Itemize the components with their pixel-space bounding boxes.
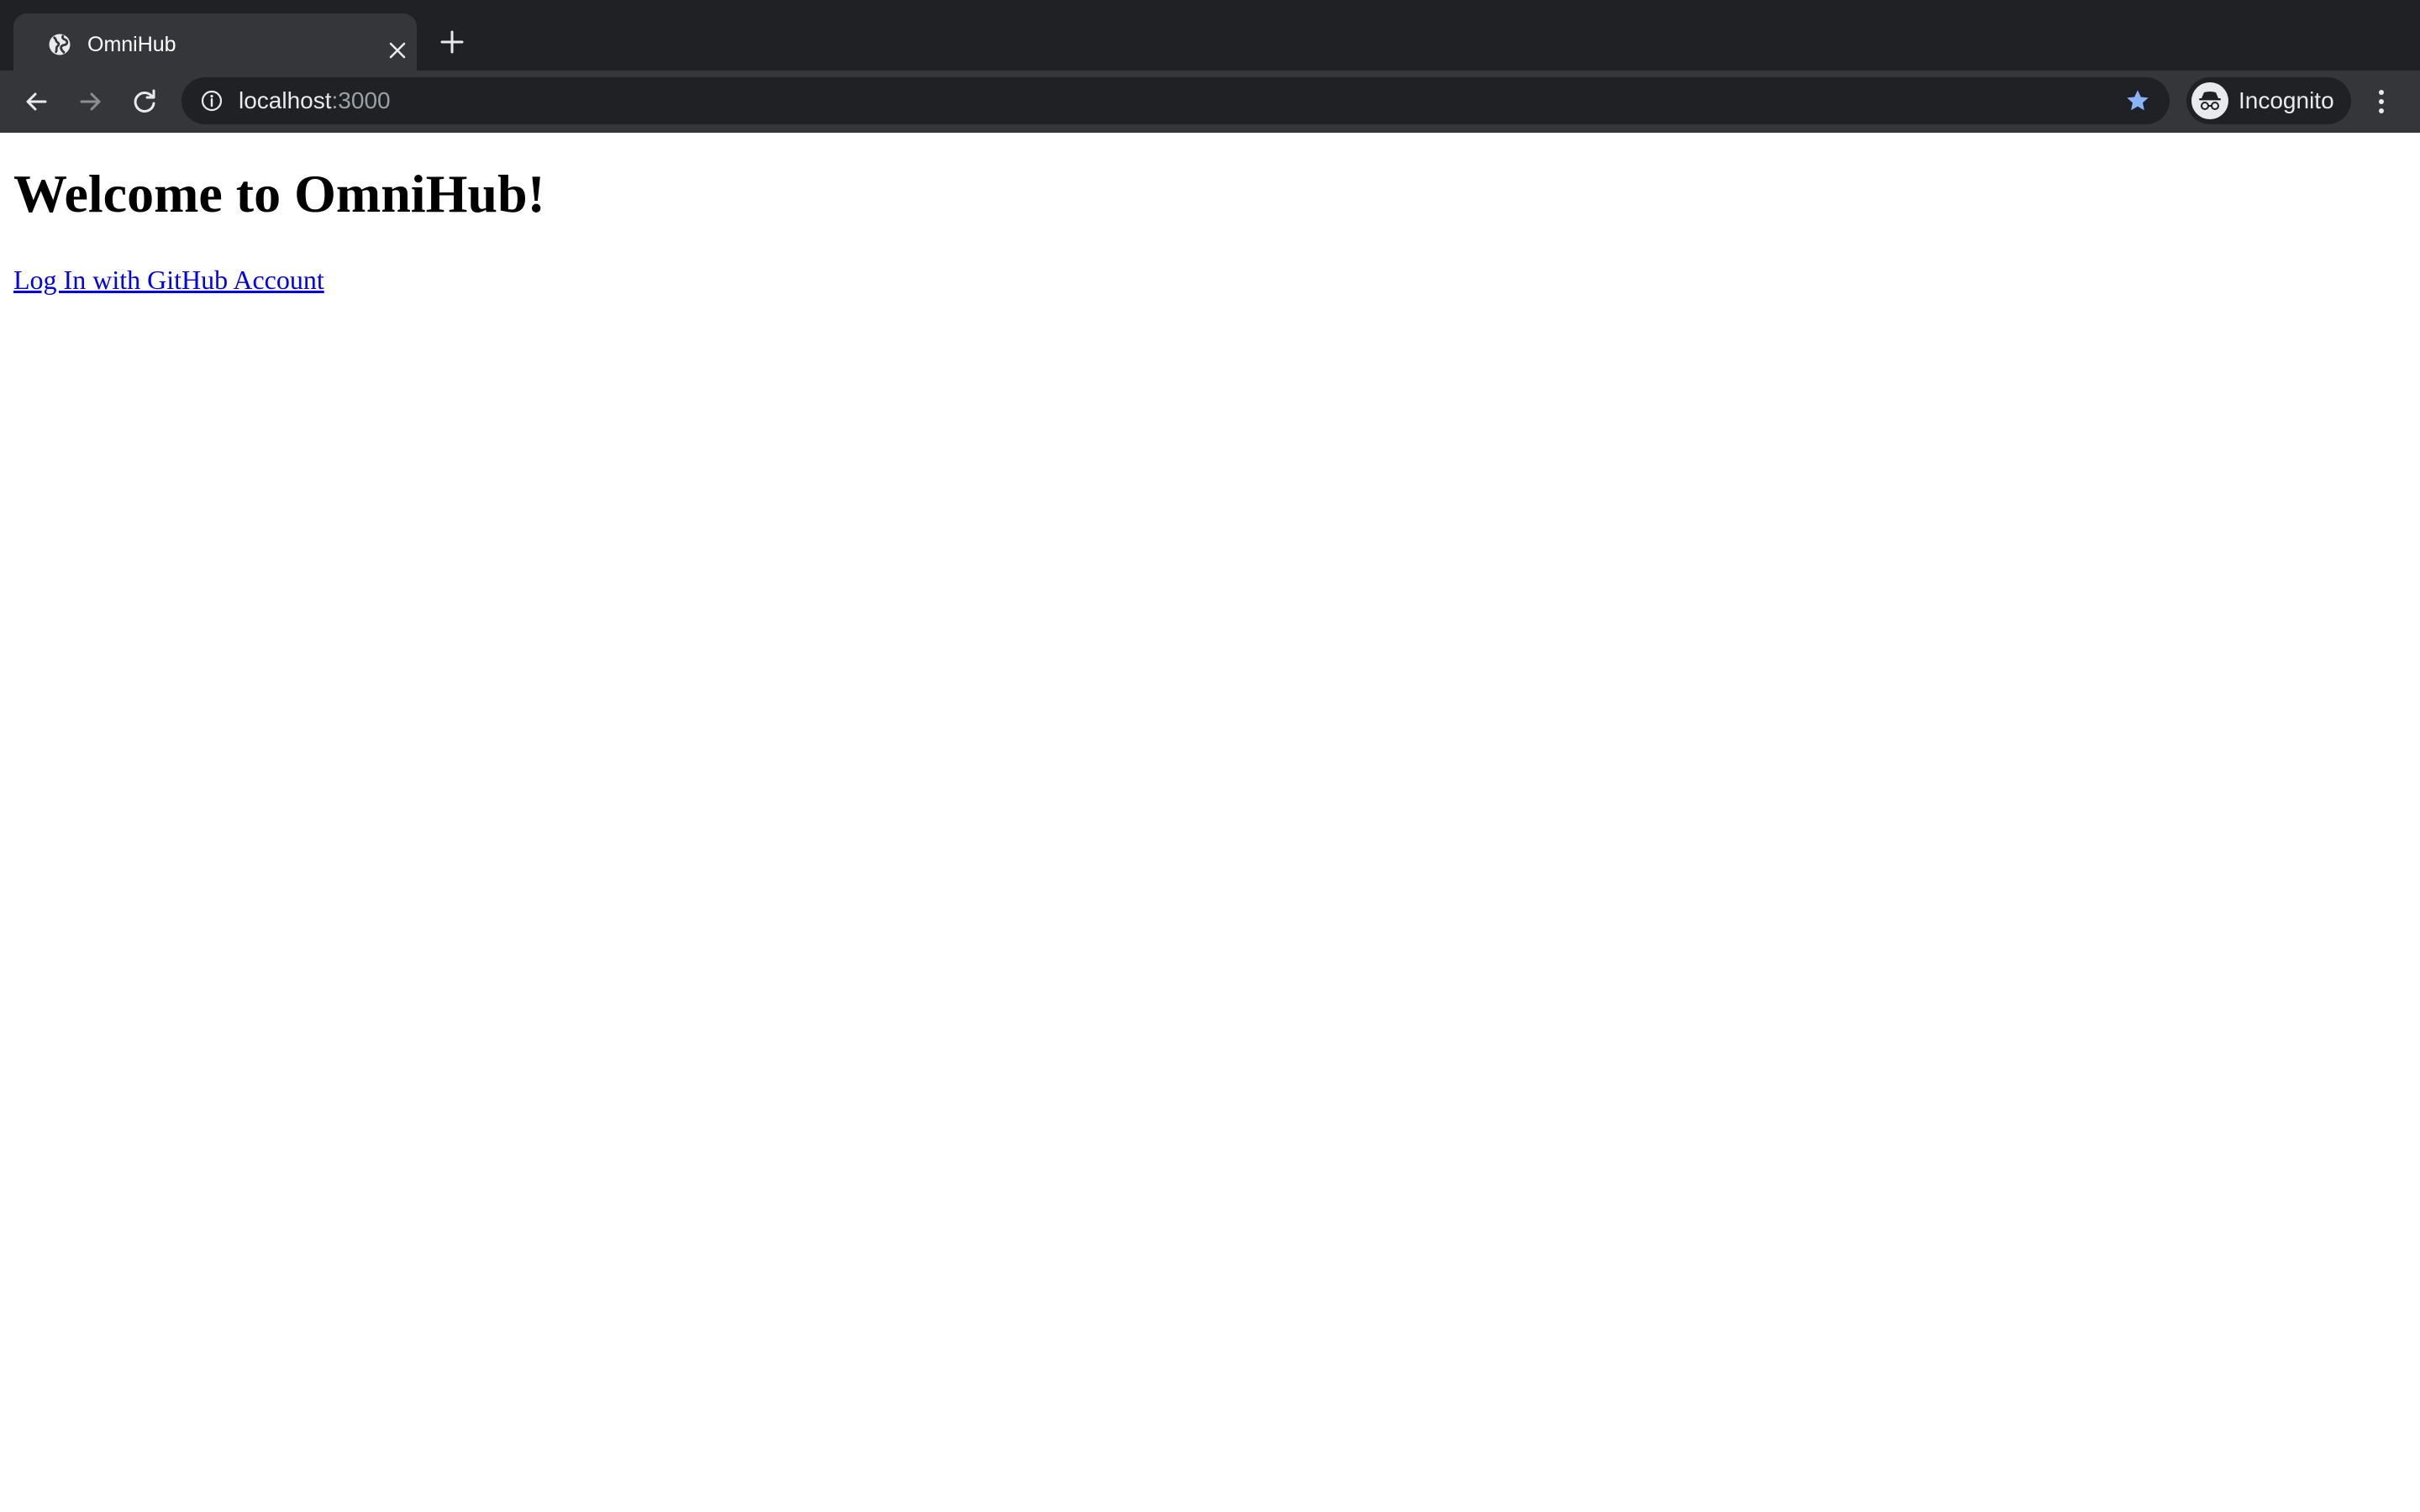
github-login-link[interactable]: Log In with GitHub Account [13,262,324,297]
browser-window: OmniHub localhost:3000 Incognito Welcome… [0,0,2420,1512]
page-title: Welcome to OmniHub! [13,164,545,223]
back-arrow-icon[interactable] [21,87,51,117]
new-tab-plus-icon[interactable] [437,27,467,57]
url-host: localhost [239,87,332,113]
page-content: Welcome to OmniHub! Log In with GitHub A… [0,133,2420,1512]
incognito-profile-button[interactable]: Incognito [2186,77,2351,124]
profile-label: Incognito [2238,87,2334,113]
more-vert-icon[interactable] [2371,85,2391,118]
close-icon[interactable] [388,41,407,60]
tab-omnihub[interactable]: OmniHub [13,13,417,71]
bookmark-star-icon[interactable] [2124,87,2151,114]
globe-icon [49,34,71,55]
tab-strip: OmniHub [0,0,2420,71]
address-bar[interactable]: localhost:3000 [182,77,2170,124]
browser-toolbar: localhost:3000 Incognito [0,71,2420,133]
tab-title: OmniHub [87,33,176,56]
url-text[interactable]: localhost:3000 [239,84,391,118]
info-icon[interactable] [200,89,224,113]
forward-arrow-icon[interactable] [76,87,106,117]
url-port: :3000 [331,87,391,113]
reload-icon[interactable] [129,87,160,117]
incognito-icon [2191,82,2228,119]
